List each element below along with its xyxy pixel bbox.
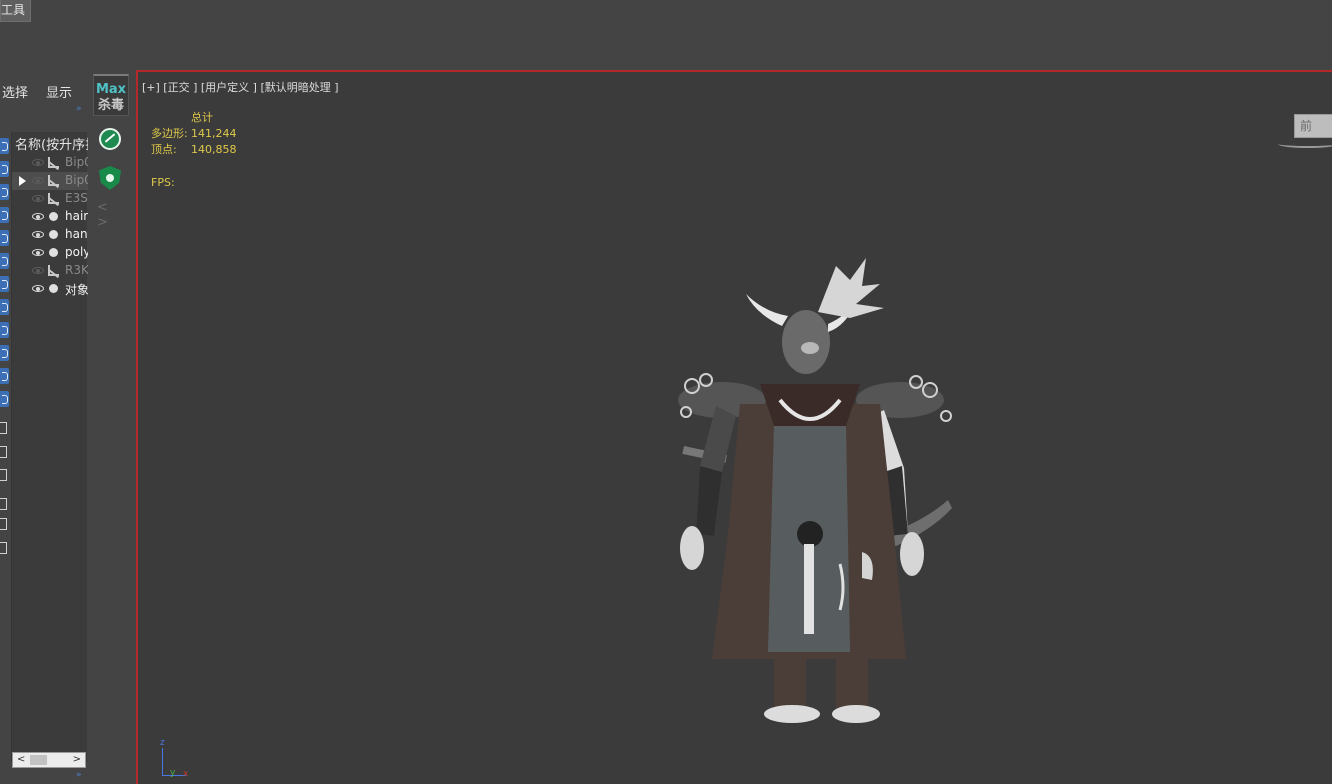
object-row[interactable]: 对象 bbox=[12, 280, 88, 298]
geometry-dot-icon bbox=[49, 212, 58, 221]
object-row[interactable]: poly bbox=[12, 244, 88, 262]
geometry-dot-icon bbox=[49, 284, 58, 293]
viewcube-compass-ring[interactable] bbox=[1278, 140, 1332, 148]
object-name: R3K bbox=[65, 263, 88, 277]
object-name: poly bbox=[65, 245, 88, 259]
axis-tripod: z y x bbox=[158, 738, 198, 782]
visibility-eye-icon[interactable] bbox=[32, 177, 44, 184]
visibility-eye-icon[interactable] bbox=[32, 267, 44, 274]
select-invert-icon[interactable] bbox=[0, 469, 7, 481]
object-name: E3S bbox=[65, 191, 88, 205]
object-row[interactable]: Bip0 bbox=[12, 154, 88, 172]
visibility-eye-icon[interactable] bbox=[32, 159, 44, 166]
object-list: 名称(按升序排 Bip0 Bip0 E3S hair han poly R3K 对象 bbox=[11, 132, 88, 762]
filter-shapes-icon[interactable] bbox=[0, 161, 9, 177]
cleanup-tool-icon[interactable] bbox=[99, 128, 121, 150]
logo-line-2: 杀毒 bbox=[97, 98, 124, 113]
filter-groups-icon[interactable] bbox=[0, 276, 9, 292]
max-antivirus-logo[interactable]: Max 杀毒 bbox=[93, 74, 129, 116]
find-icon[interactable] bbox=[0, 542, 7, 554]
vertices-label: 顶点: bbox=[151, 143, 177, 156]
link-icon[interactable] bbox=[0, 498, 7, 510]
explorer-horizontal-scrollbar[interactable]: < > bbox=[12, 752, 86, 768]
object-row[interactable]: Bip0 bbox=[12, 172, 88, 190]
viewport-label-menu[interactable]: [+] [正交 ] [用户定义 ] [默认明暗处理 ] bbox=[142, 79, 339, 95]
object-name: Bip0 bbox=[65, 173, 88, 187]
scene-explorer: 选择 显示 » 名称(按升序排 Bip0 Bip0 E3S hair han poly R3… bbox=[0, 72, 88, 784]
logo-line-1: Max bbox=[95, 82, 127, 97]
z-axis-line bbox=[162, 748, 163, 776]
menu-select[interactable]: 选择 bbox=[2, 82, 28, 101]
object-name: han bbox=[65, 227, 88, 241]
geometry-dot-icon bbox=[49, 230, 58, 239]
vertices-value: 140,858 bbox=[191, 143, 237, 156]
geometry-dot-icon bbox=[49, 248, 58, 257]
visibility-eye-icon[interactable] bbox=[32, 195, 44, 202]
visibility-eye-icon[interactable] bbox=[32, 231, 44, 238]
filter-xrefs-icon[interactable] bbox=[0, 299, 9, 315]
sort-icon[interactable] bbox=[0, 518, 7, 530]
bone-icon bbox=[47, 192, 60, 207]
object-row[interactable]: E3S bbox=[12, 190, 88, 208]
filter-helpers-icon[interactable] bbox=[0, 230, 9, 246]
object-name: 对象 bbox=[65, 283, 88, 297]
axis-x-label: x bbox=[183, 769, 189, 779]
viewport-statistics: 总计 多边形: 141,244 顶点: 140,858 bbox=[151, 110, 271, 158]
bone-icon bbox=[47, 264, 60, 279]
plugin-toolbar: Max 杀毒 < > bbox=[91, 72, 129, 784]
axis-y-label: y bbox=[170, 768, 176, 778]
fps-label: FPS: bbox=[151, 176, 175, 189]
main-toolbar: 工具 bbox=[0, 0, 1332, 72]
bone-icon bbox=[47, 174, 60, 189]
more-chevron-icon[interactable]: » bbox=[76, 104, 82, 114]
filter-bones-icon[interactable] bbox=[0, 322, 9, 338]
select-none-icon[interactable] bbox=[0, 446, 7, 458]
expand-arrow-icon[interactable] bbox=[19, 176, 26, 186]
filter-containers-icon[interactable] bbox=[0, 345, 9, 361]
plugin-nav-arrows[interactable]: < > bbox=[97, 200, 129, 230]
column-header-name[interactable]: 名称(按升序排 bbox=[15, 134, 88, 152]
visibility-eye-icon[interactable] bbox=[32, 249, 44, 256]
viewcube[interactable]: 前 bbox=[1294, 114, 1332, 138]
scroll-right-icon[interactable]: > bbox=[73, 754, 81, 765]
polygons-label: 多边形: bbox=[151, 127, 188, 140]
filter-cameras-icon[interactable] bbox=[0, 207, 9, 223]
character-model[interactable] bbox=[670, 204, 952, 724]
scroll-left-icon[interactable]: < bbox=[17, 754, 25, 765]
front-viewport[interactable]: [+] [正交 ] [用户定义 ] [默认明暗处理 ] 总计 多边形: 141,… bbox=[136, 70, 1332, 784]
bottom-chevron-icon[interactable]: » bbox=[76, 770, 82, 780]
bone-icon bbox=[47, 156, 60, 171]
visibility-eye-icon[interactable] bbox=[32, 213, 44, 220]
menu-display[interactable]: 显示 bbox=[46, 82, 72, 101]
object-row[interactable]: R3K bbox=[12, 262, 88, 280]
axis-z-label: z bbox=[160, 738, 165, 748]
explorer-menu-bar: 选择 显示 bbox=[0, 82, 88, 106]
object-row[interactable]: han bbox=[12, 226, 88, 244]
explorer-filter-bar bbox=[0, 136, 11, 556]
object-name: hair bbox=[65, 209, 88, 223]
filter-geometry-icon[interactable] bbox=[0, 138, 9, 154]
scroll-thumb[interactable] bbox=[30, 755, 47, 765]
filter-hidden-icon[interactable] bbox=[0, 391, 9, 407]
shield-icon[interactable] bbox=[99, 166, 121, 190]
polygons-value: 141,244 bbox=[191, 127, 237, 140]
visibility-eye-icon[interactable] bbox=[32, 285, 44, 292]
select-all-icon[interactable] bbox=[0, 422, 7, 434]
filter-lights-icon[interactable] bbox=[0, 184, 9, 200]
stats-header: 总计 bbox=[191, 111, 213, 124]
tools-menu-tab[interactable]: 工具 bbox=[0, 0, 31, 22]
object-row[interactable]: hair bbox=[12, 208, 88, 226]
object-name: Bip0 bbox=[65, 155, 88, 169]
filter-frozen-icon[interactable] bbox=[0, 368, 9, 384]
filter-spacewarps-icon[interactable] bbox=[0, 253, 9, 269]
